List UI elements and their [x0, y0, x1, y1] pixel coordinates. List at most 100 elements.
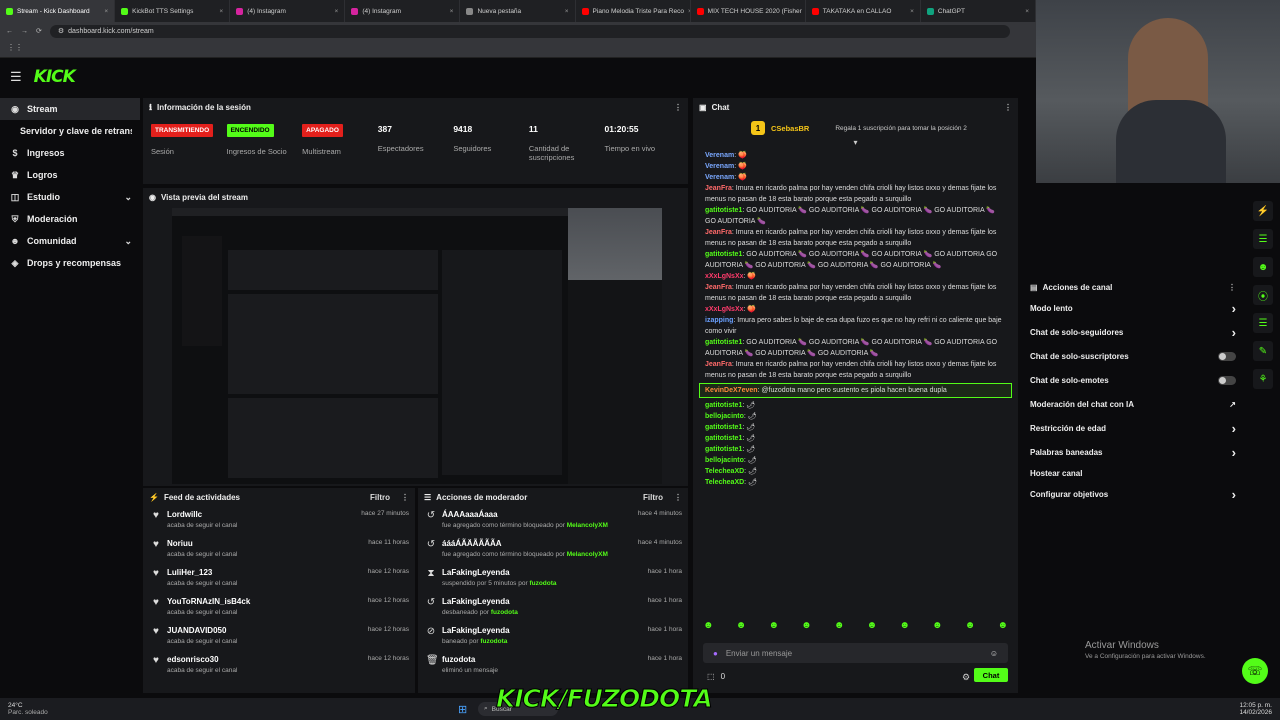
browser-tab[interactable]: TAKATAKA en CALLAO ×: [806, 0, 921, 22]
chat-username[interactable]: gatitotiste1: [705, 424, 742, 431]
activity-user[interactable]: Noriuu: [167, 539, 362, 548]
activity-row[interactable]: ♥ Noriuu acaba de seguir el canal hace 11 h…: [143, 535, 415, 564]
chevron-right-icon[interactable]: ›: [1232, 445, 1236, 460]
chat-message[interactable]: JeanFra: Imura en ricardo palma por hay …: [693, 282, 1018, 304]
more-options-icon[interactable]: ⋮: [1004, 103, 1012, 112]
chat-username[interactable]: bellojacinto: [705, 413, 744, 420]
channel-option[interactable]: Restricción de edad ›: [1024, 416, 1242, 440]
chat-username[interactable]: Verenam: [705, 152, 734, 159]
chat-username[interactable]: KevinDeX7even: [705, 387, 758, 394]
rail-tool-icon[interactable]: ☰: [1253, 229, 1273, 249]
close-tab-icon[interactable]: ×: [565, 8, 569, 15]
rail-tool-icon[interactable]: ☰: [1253, 313, 1273, 333]
windows-start-icon[interactable]: ⊞: [458, 703, 467, 716]
mod-action-row[interactable]: ↺ LaFakingLeyenda desbaneado por fuzodota h…: [418, 593, 688, 622]
back-icon[interactable]: ←: [6, 28, 13, 35]
apps-icon[interactable]: ⋮⋮: [7, 43, 23, 52]
emote-icon[interactable]: ☻: [768, 620, 779, 636]
chevron-right-icon[interactable]: ›: [1232, 421, 1236, 436]
url-field[interactable]: ⚙ dashboard.kick.com/stream: [49, 24, 1010, 38]
chat-message[interactable]: JeanFra: Imura en ricardo palma por hay …: [693, 183, 1018, 205]
chat-username[interactable]: gatitotiste1: [705, 446, 742, 453]
channel-option[interactable]: Palabras baneadas ›: [1024, 440, 1242, 464]
activity-row[interactable]: ♥ Lordwillc acaba de seguir el canal hace 2…: [143, 506, 415, 535]
chat-message[interactable]: gatitotiste1: GO AUDITORIA 🍆 GO AUDITORI…: [693, 249, 1018, 271]
browser-tab[interactable]: KickBot TTS Settings ×: [115, 0, 231, 22]
more-options-icon[interactable]: ⋮: [401, 493, 409, 502]
chat-username[interactable]: TelecheaXD: [705, 468, 744, 475]
browser-tab[interactable]: ChatGPT ×: [921, 0, 1036, 22]
forward-icon[interactable]: →: [21, 28, 28, 35]
modactions-filter-button[interactable]: Filtro: [643, 493, 663, 502]
chat-username[interactable]: izapping: [705, 317, 733, 324]
activity-user[interactable]: Lordwillc: [167, 510, 355, 519]
support-chat-icon[interactable]: ☏: [1242, 658, 1268, 684]
mod-action-row[interactable]: ⊘ LaFakingLeyenda baneado por fuzodota hace…: [418, 622, 688, 651]
activity-row[interactable]: ♥ JUANDAVID050 acaba de seguir el canal hac…: [143, 622, 415, 651]
collapse-icon[interactable]: ▾: [693, 138, 1018, 148]
chat-message[interactable]: gatitotiste1: 🌶: [693, 400, 1018, 411]
chat-username[interactable]: JeanFra: [705, 284, 732, 291]
kick-logo[interactable]: KICK: [34, 67, 76, 87]
activity-user[interactable]: JUANDAVID050: [167, 626, 362, 635]
mod-action-moderator[interactable]: fuzodota: [529, 580, 556, 587]
channel-option[interactable]: Chat de solo-seguidores ›: [1024, 320, 1242, 344]
rail-tool-icon[interactable]: ⚡: [1253, 201, 1273, 221]
mod-action-target[interactable]: fuzodota: [442, 655, 642, 664]
chat-message[interactable]: TelecheaXD: 🌶: [693, 466, 1018, 477]
close-tab-icon[interactable]: ×: [219, 8, 223, 15]
chat-username[interactable]: TelecheaXD: [705, 479, 744, 486]
emote-icon[interactable]: ☻: [703, 620, 714, 636]
channel-option[interactable]: Modo lento ›: [1024, 296, 1242, 320]
chat-message[interactable]: JeanFra: Imura en ricardo palma por hay …: [693, 227, 1018, 249]
rail-tool-icon[interactable]: ☻: [1253, 257, 1273, 277]
settings-gear-icon[interactable]: ⚙: [962, 672, 970, 683]
weather-widget[interactable]: 24°C Parc. soleado: [8, 702, 48, 716]
activity-user[interactable]: edsonrisco30: [167, 655, 362, 664]
clock[interactable]: 12:05 p. m. 14/02/2026: [1239, 702, 1272, 716]
toggle-switch[interactable]: [1218, 375, 1236, 385]
chat-username[interactable]: JeanFra: [705, 361, 732, 368]
chat-username[interactable]: gatitotiste1: [705, 402, 742, 409]
close-tab-icon[interactable]: ×: [1025, 8, 1029, 15]
channel-option[interactable]: Configurar objetivos ›: [1024, 482, 1242, 506]
chat-message[interactable]: gatitotiste1: GO AUDITORIA 🍆 GO AUDITORI…: [693, 337, 1018, 359]
sidebar-item[interactable]: ⛨ Moderación: [0, 208, 140, 230]
chat-message[interactable]: Verenam: 🍑: [693, 161, 1018, 172]
activity-row[interactable]: ♥ LuliHer_123 acaba de seguir el canal hace…: [143, 564, 415, 593]
chat-username[interactable]: gatitotiste1: [705, 435, 742, 442]
chat-input[interactable]: ● Enviar un mensaje ☺: [703, 643, 1008, 663]
mic-icon[interactable]: ●: [713, 649, 718, 658]
activity-row[interactable]: ♥ YouToRNAzIN_isB4ck acaba de seguir el ca…: [143, 593, 415, 622]
emote-icon[interactable]: ☻: [899, 620, 910, 636]
chat-message[interactable]: xXxLgNsXx: 🍑: [693, 271, 1018, 282]
chat-message[interactable]: bellojacinto: 🌶: [693, 455, 1018, 466]
activity-user[interactable]: LuliHer_123: [167, 568, 362, 577]
chat-username[interactable]: Verenam: [705, 163, 734, 170]
chevron-down-icon[interactable]: ⌄: [124, 236, 132, 247]
pinned-sub-gift[interactable]: 1 CSebasBR Regala 1 suscripción para tom…: [693, 116, 1018, 138]
emote-icon[interactable]: ☻: [932, 620, 943, 636]
activity-filter-button[interactable]: Filtro: [370, 493, 390, 502]
chat-username[interactable]: gatitotiste1: [705, 207, 742, 214]
browser-tab[interactable]: Nueva pestaña ×: [460, 0, 576, 22]
toggle-switch[interactable]: [1218, 351, 1236, 361]
chat-message[interactable]: gatitotiste1: GO AUDITORIA 🍆 GO AUDITORI…: [693, 205, 1018, 227]
mod-action-row[interactable]: 🗑 fuzodota eliminó un mensaje hace 1 hora: [418, 651, 688, 680]
chevron-down-icon[interactable]: ⌄: [124, 192, 132, 203]
emote-icon[interactable]: ☻: [867, 620, 878, 636]
mod-action-row[interactable]: ↺ áááÁÃÄÃÃÃÃA fue agregado como término bl…: [418, 535, 688, 564]
mod-action-moderator[interactable]: MelancolyXM: [567, 522, 608, 529]
sidebar-item[interactable]: ◫ Estudio ⌄: [0, 186, 140, 208]
emote-icon[interactable]: ☻: [965, 620, 976, 636]
rail-tool-icon[interactable]: ✎: [1253, 341, 1273, 361]
mod-action-target[interactable]: LaFakingLeyenda: [442, 626, 642, 635]
browser-tab[interactable]: MIX TECH HOUSE 2020 (Fisher×: [691, 0, 806, 22]
stream-preview-video[interactable]: [172, 208, 662, 484]
channel-option[interactable]: Chat de solo-suscriptores: [1024, 344, 1242, 368]
chat-message[interactable]: xXxLgNsXx: 🍑: [693, 304, 1018, 315]
sidebar-item[interactable]: ◈ Drops y recompensas: [0, 252, 140, 274]
rail-tool-icon[interactable]: ⚘: [1253, 369, 1273, 389]
reload-icon[interactable]: ⟳: [36, 27, 42, 35]
chat-username[interactable]: bellojacinto: [705, 457, 744, 464]
